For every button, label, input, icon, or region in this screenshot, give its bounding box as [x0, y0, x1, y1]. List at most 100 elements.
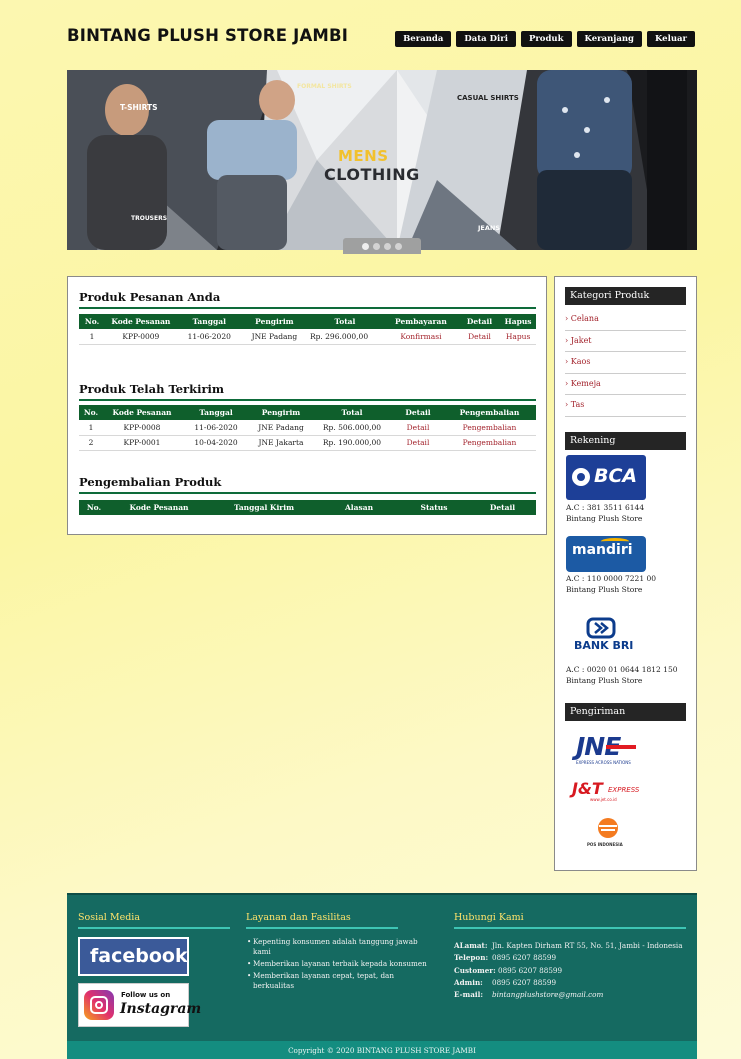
cell-tanggal: 10-04-2020 — [181, 435, 251, 451]
col-header: Detail — [458, 314, 501, 329]
footer: Sosial Media facebook Follow us on Insta… — [67, 893, 697, 1041]
kategori-item-tas[interactable]: › Tas — [565, 395, 686, 417]
admin-label: Admin: — [454, 977, 483, 987]
social-title: Sosial Media — [78, 912, 140, 923]
konfirmasi-link[interactable]: Konfirmasi — [382, 329, 459, 345]
mandiri-account: A.C : 110 0000 7221 00 — [566, 574, 657, 583]
bri-info: A.C : 0020 01 0644 1812 150 Bintang Plus… — [566, 664, 678, 686]
copyright: Copyright © 2020 BINTANG PLUSH STORE JAM… — [67, 1041, 697, 1059]
col-header: Kode Pesanan — [109, 500, 209, 515]
col-header: Total — [306, 314, 383, 329]
cell-tanggal: 11-06-2020 — [176, 329, 242, 345]
col-header: Hapus — [500, 314, 536, 329]
pengembalian-link[interactable]: Pengembalian — [443, 420, 536, 436]
col-header: Pengirim — [241, 314, 307, 329]
cell-kode: KPP-0008 — [103, 420, 181, 436]
col-header: Detail — [469, 500, 536, 515]
cell-no: 2 — [79, 435, 103, 451]
kategori-item-jaket[interactable]: › Jaket — [565, 331, 686, 352]
mandiri-info: A.C : 110 0000 7221 00 Bintang Plush Sto… — [566, 573, 656, 595]
slider-dot[interactable] — [373, 242, 380, 250]
email-value[interactable]: bintangplushstore@gmail.com — [492, 990, 603, 999]
pengembalian-title: Pengembalian Produk — [79, 475, 222, 489]
layanan-rule — [246, 927, 398, 929]
col-header: Tanggal — [181, 405, 251, 420]
cell-tanggal: 11-06-2020 — [181, 420, 251, 436]
telepon-label: Telepon: — [454, 953, 489, 963]
pos-logo: POS INDONESIA — [583, 816, 633, 852]
bca-holder: Bintang Plush Store — [566, 514, 643, 523]
banner-label-trousers: TROUSERS — [131, 215, 168, 222]
kategori-label: Tas — [570, 400, 585, 409]
bri-emblem-icon — [586, 617, 616, 639]
col-header: Tanggal Kirim — [209, 500, 319, 515]
cell-total: Rp. 190.000,00 — [311, 435, 393, 451]
col-header: No. — [79, 500, 109, 515]
kategori-label: Celana — [570, 314, 599, 323]
cell-total: Rp. 296.000,00 — [306, 329, 383, 345]
nav-keranjang[interactable]: Keranjang — [576, 31, 642, 47]
banner-label-jeans: JEANS — [478, 224, 501, 232]
nav-produk[interactable]: Produk — [520, 31, 572, 47]
pengembalian-table: No. Kode Pesanan Tanggal Kirim Alasan St… — [79, 500, 536, 515]
slider-dot[interactable] — [362, 242, 369, 250]
cell-pengirim: JNE Padang — [251, 420, 311, 436]
kategori-item-kemeja[interactable]: › Kemeja — [565, 374, 686, 395]
detail-link[interactable]: Detail — [393, 420, 443, 436]
col-header: Pengembalian — [443, 405, 536, 420]
table-row: 1 KPP-0009 11-06-2020 JNE Padang Rp. 296… — [79, 329, 536, 345]
social-rule — [78, 927, 230, 929]
kontak-title: Hubungi Kami — [454, 912, 524, 923]
cell-total: Rp. 506.000,00 — [311, 420, 393, 436]
kategori-list: › Celana › Jaket › Kaos › Kemeja › Tas — [565, 309, 686, 417]
alamat-label: ALamat: — [454, 941, 488, 950]
bca-info: A.C : 381 3511 6144 Bintang Plush Store — [566, 502, 644, 524]
nav-beranda[interactable]: Beranda — [395, 31, 452, 47]
bri-logo: BANK BRI — [566, 617, 646, 653]
email-label: E-mail: — [454, 990, 483, 1000]
banner-mens: MENS — [338, 147, 389, 165]
detail-link[interactable]: Detail — [393, 435, 443, 451]
detail-link[interactable]: Detail — [458, 329, 501, 345]
col-header: Detail — [393, 405, 443, 420]
hero-banner: T-SHIRTS FORMAL SHIRTS CASUAL SHIRTS MEN… — [67, 70, 697, 250]
kategori-label: Jaket — [570, 335, 592, 345]
banner-label-tshirts: T-SHIRTS — [120, 103, 158, 112]
slider-dot[interactable] — [384, 242, 391, 250]
kategori-title: Kategori Produk — [565, 287, 686, 305]
bca-account: A.C : 381 3511 6144 — [566, 503, 645, 512]
col-header: Kode Pesanan — [103, 405, 181, 420]
alamat-value: Jln. Kapten Dirham RT 55, No. 51, Jambi … — [492, 941, 683, 950]
cell-pengirim: JNE Jakarta — [251, 435, 311, 451]
pengembalian-rule — [79, 492, 536, 494]
banner-clothing: CLOTHING — [324, 165, 420, 184]
kategori-item-celana[interactable]: › Celana — [565, 309, 686, 331]
col-header: No. — [79, 405, 103, 420]
cell-no: 1 — [79, 329, 106, 345]
hapus-link[interactable]: Hapus — [500, 329, 536, 345]
site-title: BINTANG PLUSH STORE JAMBI — [67, 26, 349, 45]
facebook-button[interactable]: facebook — [78, 937, 189, 976]
nav-data-diri[interactable]: Data Diri — [456, 31, 516, 47]
pengembalian-link[interactable]: Pengembalian — [443, 435, 536, 451]
col-header: Pembayaran — [382, 314, 459, 329]
kategori-label: Kemeja — [570, 378, 601, 388]
kategori-item-kaos[interactable]: › Kaos — [565, 352, 686, 374]
col-header: Pengirim — [251, 405, 311, 420]
cell-kode: KPP-0009 — [105, 329, 177, 345]
cell-no: 1 — [79, 420, 103, 436]
admin-value: 0895 6207 88599 — [492, 977, 557, 987]
mandiri-logo: mandiri — [566, 536, 646, 572]
instagram-button[interactable]: Follow us on Instagram — [78, 983, 201, 1027]
bri-account: A.C : 0020 01 0644 1812 150 — [566, 665, 678, 674]
facebook-label: facebook — [90, 945, 188, 967]
telepon-value: 0895 6207 88599 — [492, 953, 557, 963]
col-header: Tanggal — [176, 314, 242, 329]
kontak-info: ALamat: Jln. Kapten Dirham RT 55, No. 51,… — [454, 940, 683, 1001]
customer-value: 0895 6207 88599 — [498, 965, 563, 975]
slider-dot[interactable] — [395, 242, 402, 250]
pos-emblem-icon — [598, 818, 618, 838]
layanan-title: Layanan dan Fasilitas — [246, 912, 351, 923]
instagram-icon — [84, 990, 114, 1020]
nav-keluar[interactable]: Keluar — [646, 31, 695, 47]
